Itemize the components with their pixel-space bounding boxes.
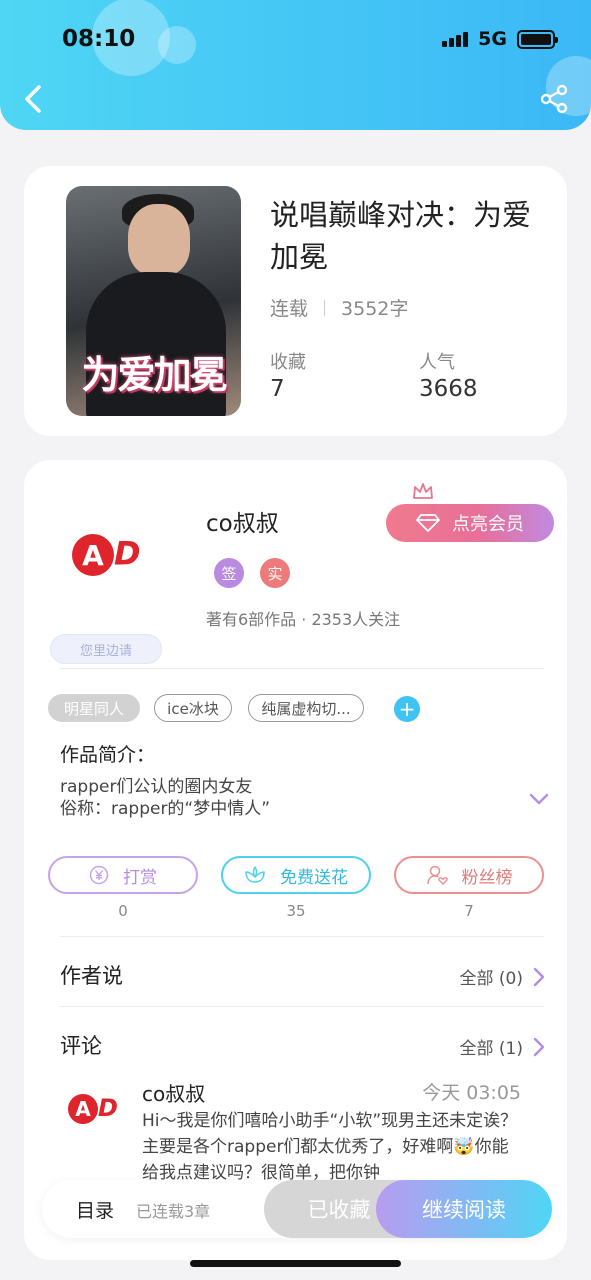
- divider: [60, 1006, 544, 1007]
- cover-title-art: 为爱加冕: [81, 353, 227, 397]
- author-says-all-label: 全部 (0): [459, 969, 523, 989]
- share-icon[interactable]: [539, 84, 569, 114]
- fans-count: 7: [464, 902, 474, 920]
- intro-text: rapper们公认的圈内女友 俗称：rapper的“梦中情人”: [60, 776, 270, 820]
- serial-status: 连载: [270, 298, 309, 320]
- fans-ranking-button[interactable]: 粉丝榜: [394, 856, 544, 894]
- status-time: 08:10: [62, 26, 136, 52]
- word-count: 3552字: [341, 298, 409, 320]
- send-flower-label: 免费送花: [280, 867, 348, 888]
- signal-icon: [442, 31, 469, 47]
- toc-button[interactable]: 目录: [76, 1196, 114, 1223]
- author-detail-card: AD co叔叔 点亮会员 签 实 著有6部作品 · 2353人关注 您里边请 明…: [24, 460, 567, 1260]
- continue-reading-button[interactable]: 继续阅读: [376, 1180, 552, 1238]
- commenter-avatar[interactable]: AD: [68, 1094, 118, 1124]
- top-nav-bar: 08:10 5G: [0, 0, 591, 130]
- book-info-card: 为爱加冕 说唱巅峰对决：为爱加冕 连载 3552字 收藏 7 人气 3668: [24, 166, 567, 436]
- author-summary: 著有6部作品 · 2353人关注: [206, 610, 401, 629]
- flower-count: 35: [286, 902, 306, 920]
- flower-icon: [245, 866, 265, 883]
- author-says-heading: 作者说: [60, 964, 123, 988]
- verified-badge: 实: [260, 558, 290, 588]
- reward-label: 打赏: [123, 867, 157, 888]
- intro-line: 俗称：rapper的“梦中情人”: [60, 799, 271, 819]
- network-label: 5G: [478, 28, 507, 50]
- tag-item[interactable]: 纯属虚构切...: [248, 694, 364, 722]
- reward-count: 0: [118, 902, 128, 920]
- diamond-icon: [416, 514, 440, 532]
- vip-button-label: 点亮会员: [452, 514, 524, 535]
- popularity-label: 人气: [419, 352, 455, 373]
- comment-text[interactable]: Hi～我是你们嘻哈小助手“小软”现男主还未定诶？主要是各个rapper们都太优秀…: [142, 1108, 522, 1186]
- comments-all-label: 全部 (1): [459, 1039, 523, 1059]
- vip-button[interactable]: 点亮会员: [386, 504, 554, 542]
- bottom-action-bar: 目录 已连载3章 已收藏 继续阅读: [42, 1180, 552, 1238]
- back-icon[interactable]: [20, 84, 46, 114]
- intro-line: rapper们公认的圈内女友: [60, 777, 253, 797]
- commenter-name[interactable]: co叔叔: [142, 1078, 205, 1107]
- author-says-all-link[interactable]: 全部 (0): [460, 964, 545, 989]
- popularity-count: 3668: [419, 376, 478, 402]
- favorites-count: 7: [270, 376, 285, 402]
- divider: [60, 936, 544, 937]
- comments-heading: 评论: [60, 1034, 102, 1058]
- favorites-label: 收藏: [270, 352, 306, 373]
- yen-icon: [89, 865, 109, 885]
- home-indicator: [190, 1260, 401, 1267]
- book-cover[interactable]: 为爱加冕: [66, 186, 241, 416]
- decor-bubble: [158, 26, 196, 64]
- decor-pill: 您里边请: [50, 634, 162, 664]
- status-icons: 5G: [442, 28, 558, 50]
- crown-icon: [413, 483, 433, 499]
- book-title: 说唱巅峰对决：为爱加冕: [270, 198, 532, 274]
- serial-chapters: 已连载3章: [136, 1202, 211, 1221]
- divider: [60, 668, 544, 669]
- author-name[interactable]: co叔叔: [206, 504, 279, 538]
- intro-heading: 作品简介：: [60, 744, 156, 766]
- fans-ranking-label: 粉丝榜: [461, 867, 513, 888]
- battery-icon: [517, 29, 558, 49]
- tag-item[interactable]: ice冰块: [154, 694, 232, 722]
- tag-item[interactable]: 明星同人: [48, 694, 140, 722]
- reward-button[interactable]: 打赏: [48, 856, 198, 894]
- comment-time: 今天 03:05: [422, 1082, 521, 1104]
- chevron-right-icon: [533, 1037, 545, 1056]
- author-avatar[interactable]: AD: [72, 534, 141, 576]
- chevron-right-icon: [533, 967, 545, 986]
- chevron-down-icon[interactable]: [528, 792, 550, 806]
- user-heart-icon: [426, 865, 448, 885]
- book-status-row: 连载 3552字: [270, 294, 408, 321]
- add-tag-button[interactable]: +: [394, 696, 420, 722]
- comments-all-link[interactable]: 全部 (1): [460, 1034, 545, 1059]
- signed-badge: 签: [214, 558, 244, 588]
- send-flower-button[interactable]: 免费送花: [221, 856, 371, 894]
